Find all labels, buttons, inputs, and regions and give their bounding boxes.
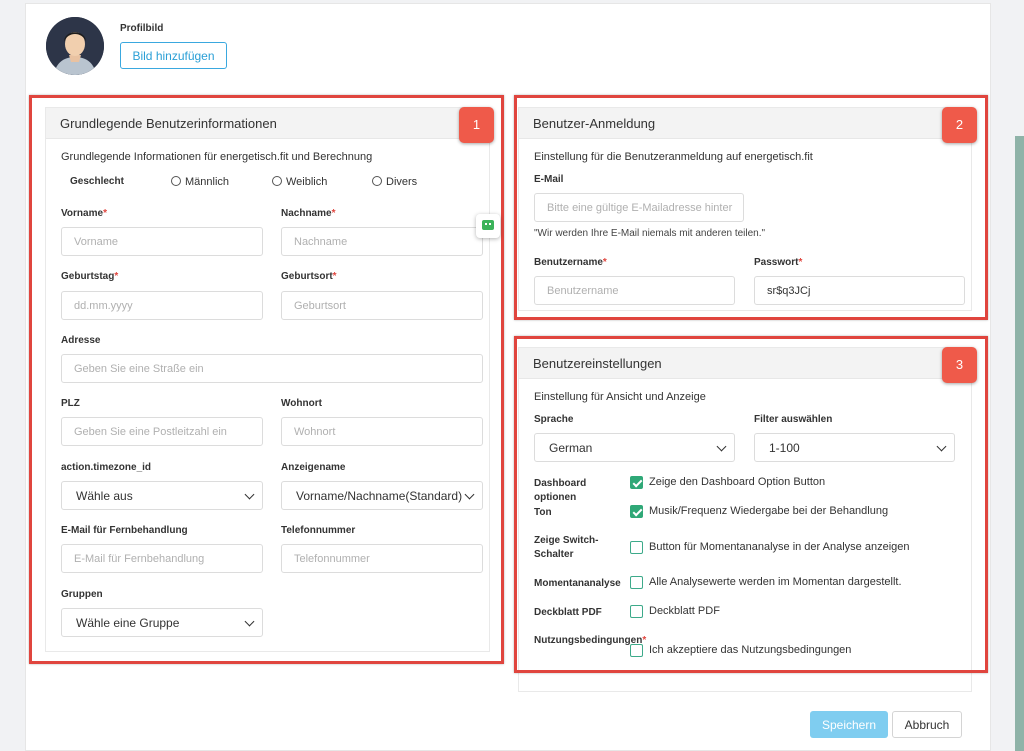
gruppen-value: Wähle eine Gruppe xyxy=(76,616,180,630)
filter-select[interactable]: 1-100 xyxy=(754,433,955,462)
user-settings-description: Einstellung für Ansicht und Anzeige xyxy=(534,391,706,403)
setting-text: Button für Momentananalyse in der Analys… xyxy=(649,541,910,553)
setting-label: Zeige Switch-Schalter xyxy=(534,535,599,560)
chevron-down-icon xyxy=(716,441,727,452)
add-picture-button[interactable]: Bild hinzufügen xyxy=(120,42,227,69)
gruppen-select[interactable]: Wähle eine Gruppe xyxy=(61,608,263,637)
gender-label: Geschlecht xyxy=(70,176,124,187)
email-input[interactable]: Bitte eine gültige E-Mailadresse hinter xyxy=(534,193,744,222)
anzeigename-value: Vorname/Nachname(Standard) xyxy=(296,489,463,503)
setting-text: Zeige den Dashboard Option Button xyxy=(649,476,826,488)
radio-female[interactable]: Weiblich xyxy=(272,176,327,188)
radio-diverse[interactable]: Divers xyxy=(372,176,417,188)
fernbehandlung-label: E-Mail für Fernbehandlung xyxy=(61,525,188,536)
geburtsort-label: Geburtsort* xyxy=(281,271,337,282)
setting-label: Nutzungsbedingungen* xyxy=(534,635,647,646)
benutzername-input[interactable]: Benutzername xyxy=(534,276,735,305)
avatar-person-icon xyxy=(46,17,104,75)
sprache-label: Sprache xyxy=(534,414,574,425)
fernbehandlung-input[interactable]: E-Mail für Fernbehandlung xyxy=(61,544,263,573)
anzeigename-label: Anzeigename xyxy=(281,462,346,473)
basic-info-description: Grundlegende Informationen für energetis… xyxy=(61,151,373,163)
chevron-down-icon xyxy=(464,489,475,500)
radio-circle-icon xyxy=(372,176,382,186)
timezone-value: Wähle aus xyxy=(76,489,133,503)
radio-male[interactable]: Männlich xyxy=(171,176,229,188)
sprache-value: German xyxy=(549,441,593,455)
timezone-select[interactable]: Wähle aus xyxy=(61,481,263,510)
nachname-input[interactable]: Nachname xyxy=(281,227,483,256)
setting-text: Ich akzeptiere das Nutzungsbedingungen xyxy=(649,644,852,656)
login-description: Einstellung für die Benutzeranmeldung au… xyxy=(534,151,813,163)
geburtsort-input[interactable]: Geburtsort xyxy=(281,291,483,320)
email-label: E-Mail xyxy=(534,174,564,185)
radio-circle-icon xyxy=(272,176,282,186)
wohnort-label: Wohnort xyxy=(281,398,322,409)
radio-male-label: Männlich xyxy=(185,176,230,188)
timezone-label: action.timezone_id xyxy=(61,462,152,473)
telefon-label: Telefonnummer xyxy=(281,525,356,536)
plz-label: PLZ xyxy=(61,398,80,409)
profile-picture-label: Profilbild xyxy=(120,23,164,34)
chevron-down-icon xyxy=(244,489,255,500)
filter-label: Filter auswählen xyxy=(754,414,833,425)
vorname-input[interactable]: Vorname xyxy=(61,227,263,256)
chat-widget-button[interactable] xyxy=(476,214,500,238)
email-note: "Wir werden Ihre E-Mail niemals mit ande… xyxy=(534,228,766,239)
passwort-label: Passwort* xyxy=(754,257,803,268)
radio-diverse-label: Divers xyxy=(386,176,418,188)
avatar xyxy=(46,17,104,75)
geburtstag-input[interactable]: dd.mm.yyyy xyxy=(61,291,263,320)
radio-circle-icon xyxy=(171,176,181,186)
setting-checkbox[interactable] xyxy=(630,605,643,618)
setting-text: Deckblatt PDF xyxy=(649,605,720,617)
scrollbar-thumb[interactable] xyxy=(1015,136,1024,751)
setting-label: Ton xyxy=(534,507,552,518)
setting-text: Musik/Frequenz Wiedergabe bei der Behand… xyxy=(649,505,889,517)
badge-2: 2 xyxy=(942,107,977,143)
geburtstag-label: Geburtstag* xyxy=(61,271,119,282)
chevron-down-icon xyxy=(244,616,255,627)
radio-female-label: Weiblich xyxy=(286,176,328,188)
cancel-button[interactable]: Abbruch xyxy=(892,711,962,738)
robot-icon xyxy=(482,220,494,230)
filter-value: 1-100 xyxy=(769,441,800,455)
passwort-input[interactable]: sr$q3JCj xyxy=(754,276,965,305)
badge-3: 3 xyxy=(942,347,977,383)
setting-checkbox[interactable] xyxy=(630,476,643,489)
setting-checkbox[interactable] xyxy=(630,505,643,518)
sprache-select[interactable]: German xyxy=(534,433,735,462)
setting-label: Momentananalyse xyxy=(534,578,621,589)
benutzername-label: Benutzername* xyxy=(534,257,607,268)
vorname-label: Vorname* xyxy=(61,208,107,219)
save-button[interactable]: Speichern xyxy=(810,711,888,738)
badge-1: 1 xyxy=(459,107,494,143)
plz-input[interactable]: Geben Sie eine Postleitzahl ein xyxy=(61,417,263,446)
setting-label: Deckblatt PDF xyxy=(534,607,602,618)
setting-text: Alle Analysewerte werden im Momentan dar… xyxy=(649,576,902,588)
setting-checkbox[interactable] xyxy=(630,644,643,657)
setting-label: Dashboard optionen xyxy=(534,478,587,503)
nachname-label: Nachname* xyxy=(281,208,336,219)
setting-checkbox[interactable] xyxy=(630,576,643,589)
setting-checkbox[interactable] xyxy=(630,541,643,554)
telefon-input[interactable]: Telefonnummer xyxy=(281,544,483,573)
adresse-label: Adresse xyxy=(61,335,101,346)
wohnort-input[interactable]: Wohnort xyxy=(281,417,483,446)
adresse-input[interactable]: Geben Sie eine Straße ein xyxy=(61,354,483,383)
anzeigename-select[interactable]: Vorname/Nachname(Standard) xyxy=(281,481,483,510)
gruppen-label: Gruppen xyxy=(61,589,103,600)
chevron-down-icon xyxy=(936,441,947,452)
